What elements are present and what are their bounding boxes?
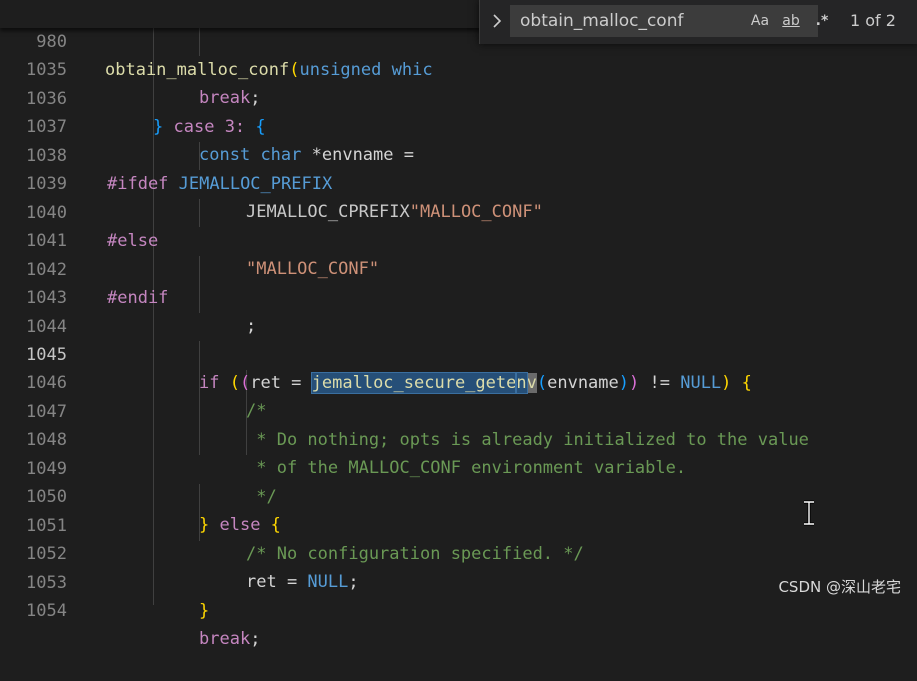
find-input-box: Aa ab .* [510,5,828,37]
find-widget: Aa ab .* 1 of 2 [479,0,917,44]
code-line[interactable]: 1046 /* [0,341,917,421]
text-cursor-icon [800,500,818,526]
code-line[interactable]: 1048 * of the MALLOC_CONF environment va… [0,398,917,478]
code-line[interactable]: 1043 ; [0,256,917,336]
match-case-toggle[interactable]: Aa [749,10,771,32]
code-line[interactable]: 1044 [0,285,917,337]
find-input[interactable] [520,6,740,36]
code-line[interactable]: 1040 #else [0,171,917,251]
code-line[interactable]: 1052 ret = NULL; [0,512,917,592]
watermark: CSDN @深山老宅 [778,578,901,596]
whole-word-toggle[interactable]: ab [779,10,803,32]
code-line[interactable]: 1039 JEMALLOC_CPREFIX"MALLOC_CONF" [0,142,917,222]
regex-toggle[interactable]: .* [809,10,835,32]
code-line[interactable]: 1038 #ifdef JEMALLOC_PREFIX [0,114,917,194]
code-line[interactable]: 1042 #endif [0,228,917,308]
sticky-code: obtain_malloc_conf(unsigned whic [105,60,433,80]
match-count: 1 of 2 [850,11,896,30]
code-line-current[interactable]: 1045 if ((ret = jemalloc_secure_getenv(e… [0,313,917,394]
chevron-right-icon[interactable] [488,10,506,32]
line-number: 1054 [26,601,67,621]
code-line[interactable]: 1050 } else { [0,455,917,535]
function-name: obtain_malloc_conf [105,60,290,80]
code-line[interactable]: 1037 const char *envname = [0,85,917,165]
code-editor[interactable]: 980 obtain_malloc_conf(unsigned whic 103… [0,0,917,649]
code-line[interactable]: 1047 * Do nothing; opts is already initi… [0,370,917,450]
code-line[interactable]: 1051 /* No configuration specified. */ [0,484,917,564]
code-line[interactable]: 1041 "MALLOC_CONF" [0,199,917,279]
code-line[interactable]: 1053 } [0,541,917,621]
line-number: 980 [36,32,67,52]
code-line[interactable]: 1049 */ [0,427,917,507]
